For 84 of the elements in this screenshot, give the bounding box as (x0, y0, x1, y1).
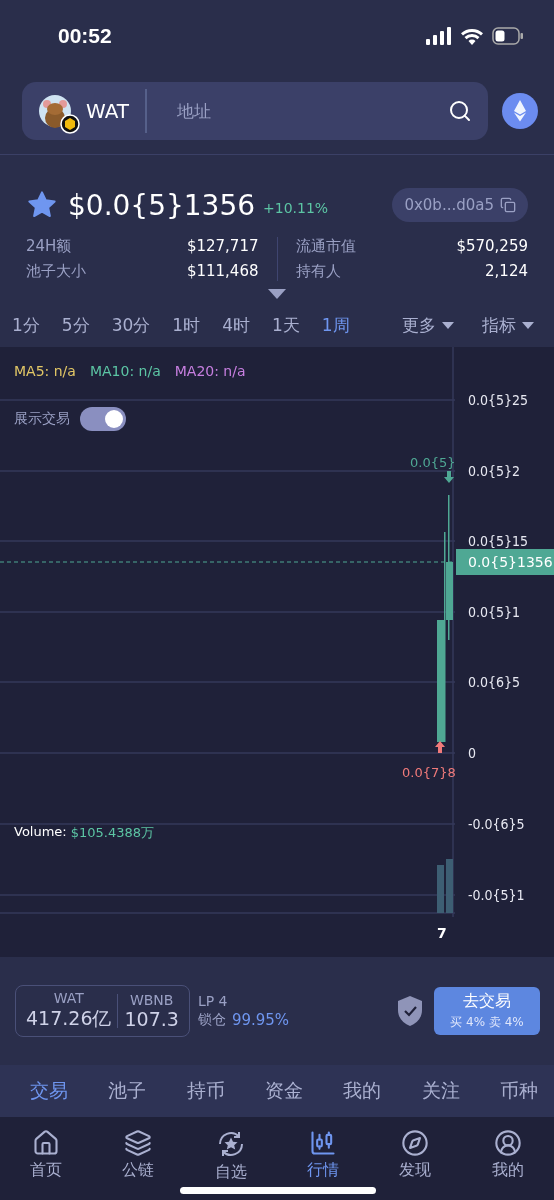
timeframe-tab[interactable]: 1周 (321, 313, 350, 337)
moving-average-label: MA20: n/a (174, 363, 246, 379)
lp-count: LP 4 (197, 993, 229, 1009)
stat-value: $127,717 (186, 237, 259, 256)
y-axis-label: -0.0{6}5 (468, 816, 525, 832)
high-marker-arrow (444, 471, 454, 483)
home-icon (32, 1129, 61, 1157)
stat-label: 流通市值 (295, 237, 356, 256)
moving-average-label: MA10: n/a (89, 363, 161, 379)
volume-label: Volume: (14, 824, 67, 841)
candlestick-icon (309, 1129, 338, 1157)
wifi-icon (460, 27, 484, 45)
search-icon[interactable] (448, 99, 472, 123)
pool-amount: 417.26亿 (26, 1006, 112, 1031)
timeframe-tab[interactable]: 4时 (222, 313, 250, 337)
nav-tab[interactable]: 首页 (11, 1129, 82, 1195)
lock-value: 99.95% (231, 1011, 290, 1029)
stat-value: $111,468 (186, 262, 259, 281)
section-tab[interactable]: 我的 (343, 1078, 382, 1104)
timeframe-tab[interactable]: 1天 (271, 313, 300, 337)
y-axis-label: 0.0{5}25 (468, 392, 529, 408)
nav-tab[interactable]: 我的 (472, 1129, 543, 1195)
stat-label: 池子大小 (26, 262, 86, 281)
pool-amount: 107.3 (124, 1008, 179, 1030)
signal-icon (426, 27, 452, 45)
nav-tab[interactable]: 行情 (288, 1129, 359, 1195)
x-axis-label: 7 (437, 925, 447, 941)
shield-check-icon[interactable] (396, 995, 424, 1027)
section-tab[interactable]: 持币 (186, 1078, 225, 1104)
show-trades-toggle[interactable] (80, 407, 126, 431)
y-axis-label: 0 (468, 745, 476, 761)
nav-tab[interactable]: 公链 (103, 1129, 174, 1195)
low-marker-arrow (435, 741, 445, 753)
stat-value: 2,124 (485, 262, 528, 281)
nav-tab[interactable]: 自选 (195, 1129, 266, 1195)
ethereum-icon[interactable] (502, 93, 538, 129)
high-price-label: 0.0{5} (410, 455, 456, 470)
timeframe-tab[interactable]: 1分 (12, 313, 40, 337)
battery-icon (492, 27, 524, 45)
y-axis-label: 0.0{6}5 (468, 674, 521, 690)
status-time: 00:52 (58, 24, 112, 48)
dropdown-menu[interactable]: 指标 (482, 313, 534, 337)
stat-label: 24H额 (26, 237, 72, 256)
user-icon (493, 1129, 522, 1157)
pool-symbol: WAT (53, 990, 84, 1006)
token-symbol: WAT (86, 99, 130, 123)
y-axis-label: -0.0{5}1 (468, 887, 525, 903)
address-input[interactable]: 地址 (175, 100, 448, 122)
token-price: $0.0{5}1356 (68, 188, 256, 222)
y-axis-label: 0.0{5}15 (468, 533, 529, 549)
layers-icon (124, 1129, 153, 1157)
dropdown-menu[interactable]: 更多 (402, 313, 454, 337)
contract-address-button[interactable]: 0x0b...d0a5 (392, 188, 528, 222)
caret-icon (522, 321, 534, 329)
section-tab[interactable]: 池子 (108, 1078, 147, 1104)
volume-bar (437, 865, 444, 913)
y-axis-label: 0.0{5}1 (468, 604, 521, 620)
volume-bar (446, 859, 453, 913)
timeframe-tab[interactable]: 1时 (172, 313, 201, 337)
compass-icon (401, 1129, 430, 1157)
section-tab[interactable]: 关注 (421, 1078, 460, 1104)
expand-caret-icon[interactable] (268, 289, 286, 299)
current-price-tag: 0.0{5}1356 (456, 549, 554, 575)
stat-label: 持有人 (295, 262, 341, 281)
low-price-label: 0.0{7}8 (402, 765, 456, 780)
section-tab[interactable]: 资金 (265, 1078, 303, 1104)
show-trades-label: 展示交易 (14, 410, 70, 428)
nav-tab[interactable]: 发现 (380, 1129, 451, 1195)
y-axis-label: 0.0{5}2 (468, 463, 521, 479)
copy-icon (500, 197, 516, 213)
section-tab[interactable]: 币种 (499, 1078, 538, 1104)
lock-label: 锁仓 (197, 1011, 226, 1029)
timeframe-tab[interactable]: 5分 (61, 313, 90, 337)
pool-symbol: WBNB (129, 992, 174, 1008)
section-tab[interactable]: 交易 (30, 1078, 68, 1104)
timeframe-tab[interactable]: 30分 (111, 313, 151, 337)
price-change: +10.11% (263, 200, 329, 216)
volume-value: $105.4388万 (70, 824, 155, 842)
trade-button[interactable]: 去交易 买 4% 卖 4% (434, 987, 540, 1035)
stat-value: $570,259 (456, 237, 528, 256)
moving-average-label: MA5: n/a (14, 363, 76, 379)
chain-badge-icon (60, 114, 80, 134)
search-bar[interactable]: WAT 地址 (22, 82, 488, 140)
caret-icon (442, 321, 454, 329)
